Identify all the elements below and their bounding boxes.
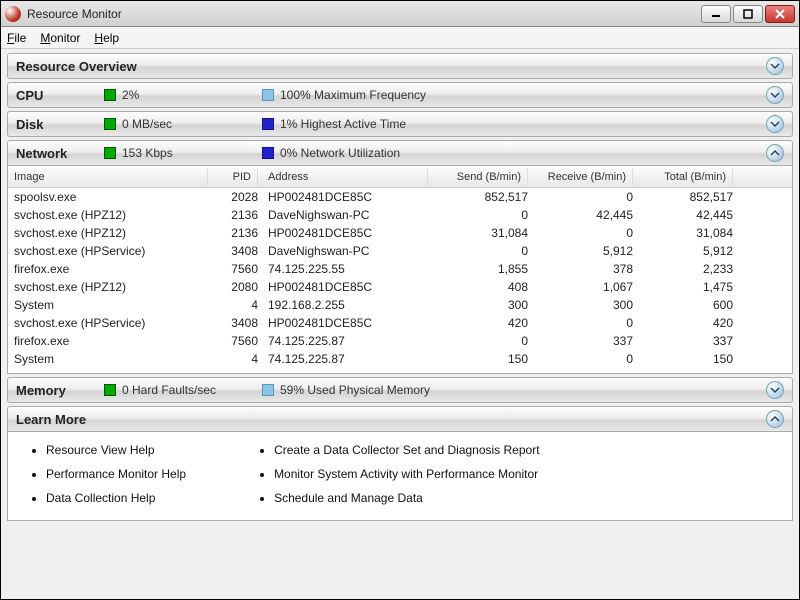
table-row[interactable]: svchost.exe (HPZ12)2136HP002481DCE85C31,… (8, 224, 792, 242)
col-pid[interactable]: PID (208, 168, 258, 186)
disk-rate-value: 0 MB/sec (122, 117, 172, 131)
col-total[interactable]: Total (B/min) (633, 168, 733, 186)
titlebar[interactable]: Resource Monitor (1, 1, 799, 27)
table-row[interactable]: firefox.exe756074.125.225.870337337 (8, 332, 792, 350)
learn-more-body: Resource View HelpPerformance Monitor He… (7, 432, 793, 521)
learn-list-1: Resource View HelpPerformance Monitor He… (18, 438, 186, 510)
panel-memory-label: Memory (16, 383, 96, 398)
network-util-value: 0% Network Utilization (280, 146, 400, 160)
memory-faults-icon (104, 384, 116, 396)
network-rate-value: 153 Kbps (122, 146, 173, 160)
panel-network-label: Network (16, 146, 96, 161)
collapse-learn-icon[interactable] (766, 410, 784, 428)
table-row[interactable]: svchost.exe (HPService)3408HP002481DCE85… (8, 314, 792, 332)
table-row[interactable]: svchost.exe (HPZ12)2136DaveNighswan-PC04… (8, 206, 792, 224)
cpu-usage-value: 2% (122, 88, 139, 102)
network-rate-icon (104, 147, 116, 159)
expand-overview-icon[interactable] (766, 57, 784, 75)
panel-learn-label: Learn More (16, 412, 96, 427)
panel-disk-label: Disk (16, 117, 96, 132)
app-icon (5, 6, 21, 22)
learn-link[interactable]: Monitor System Activity with Performance… (274, 462, 539, 486)
expand-cpu-icon[interactable] (766, 86, 784, 104)
content-area: Resource Overview CPU 2% 100% Maximum Fr… (1, 49, 799, 599)
menu-monitor[interactable]: Monitor (40, 31, 80, 45)
expand-memory-icon[interactable] (766, 381, 784, 399)
table-row[interactable]: firefox.exe756074.125.225.551,8553782,23… (8, 260, 792, 278)
disk-active-value: 1% Highest Active Time (280, 117, 406, 131)
learn-link[interactable]: Data Collection Help (46, 486, 186, 510)
table-row[interactable]: svchost.exe (HPService)3408DaveNighswan-… (8, 242, 792, 260)
maximize-button[interactable] (733, 5, 763, 23)
panel-overview[interactable]: Resource Overview (7, 53, 793, 79)
learn-list-2: Create a Data Collector Set and Diagnosi… (246, 438, 539, 510)
network-table-header: Image PID Address Send (B/min) Receive (… (8, 166, 792, 188)
disk-rate-icon (104, 118, 116, 130)
learn-link[interactable]: Resource View Help (46, 438, 186, 462)
table-row[interactable]: spoolsv.exe2028HP002481DCE85C852,5170852… (8, 188, 792, 206)
panel-learn-more[interactable]: Learn More (7, 406, 793, 432)
col-image[interactable]: Image (8, 168, 208, 186)
network-util-icon (262, 147, 274, 159)
col-address[interactable]: Address (258, 168, 428, 186)
window-title: Resource Monitor (27, 7, 122, 21)
disk-active-icon (262, 118, 274, 130)
cpu-usage-icon (104, 89, 116, 101)
table-row[interactable]: svchost.exe (HPZ12)2080HP002481DCE85C408… (8, 278, 792, 296)
collapse-network-icon[interactable] (766, 144, 784, 162)
table-row[interactable]: System474.125.225.871500150 (8, 350, 792, 368)
minimize-button[interactable] (701, 5, 731, 23)
panel-memory[interactable]: Memory 0 Hard Faults/sec 59% Used Physic… (7, 377, 793, 403)
table-row[interactable]: System4192.168.2.255300300600 (8, 296, 792, 314)
memory-faults-value: 0 Hard Faults/sec (122, 383, 216, 397)
learn-link[interactable]: Schedule and Manage Data (274, 486, 539, 510)
menubar: File Monitor Help (1, 27, 799, 49)
panel-cpu-label: CPU (16, 88, 96, 103)
network-table-rows[interactable]: spoolsv.exe2028HP002481DCE85C852,5170852… (8, 188, 792, 373)
col-send[interactable]: Send (B/min) (428, 168, 528, 186)
panel-overview-label: Resource Overview (16, 59, 137, 74)
menu-help[interactable]: Help (94, 31, 119, 45)
resource-monitor-window: Resource Monitor File Monitor Help Resou… (0, 0, 800, 600)
panel-cpu[interactable]: CPU 2% 100% Maximum Frequency (7, 82, 793, 108)
cpu-freq-icon (262, 89, 274, 101)
col-receive[interactable]: Receive (B/min) (528, 168, 633, 186)
learn-link[interactable]: Create a Data Collector Set and Diagnosi… (274, 438, 539, 462)
panel-network[interactable]: Network 153 Kbps 0% Network Utilization (7, 140, 793, 166)
close-button[interactable] (765, 5, 795, 23)
network-table: Image PID Address Send (B/min) Receive (… (7, 166, 793, 374)
cpu-freq-value: 100% Maximum Frequency (280, 88, 426, 102)
memory-used-icon (262, 384, 274, 396)
memory-used-value: 59% Used Physical Memory (280, 383, 430, 397)
panel-disk[interactable]: Disk 0 MB/sec 1% Highest Active Time (7, 111, 793, 137)
menu-file[interactable]: File (7, 31, 26, 45)
learn-link[interactable]: Performance Monitor Help (46, 462, 186, 486)
expand-disk-icon[interactable] (766, 115, 784, 133)
